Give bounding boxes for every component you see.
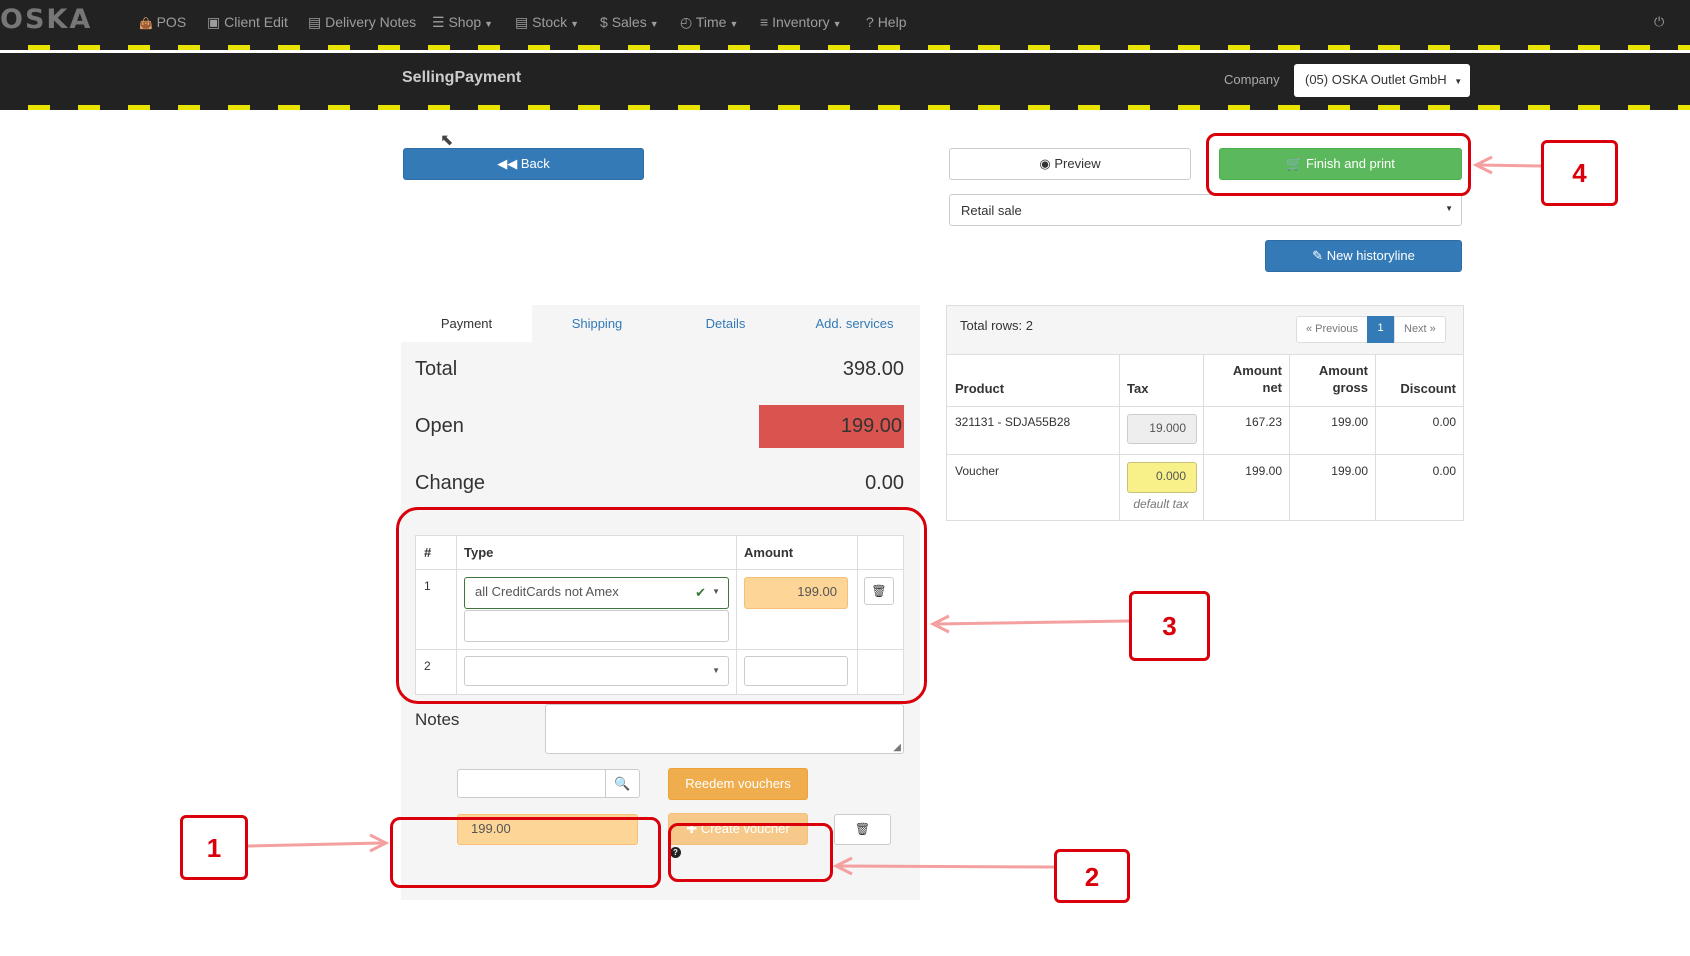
annotation-label-4: 4 <box>1541 140 1618 206</box>
annotation-label-1: 1 <box>180 815 248 880</box>
annotation-label-2: 2 <box>1054 849 1130 903</box>
annotation-arrows <box>246 155 1542 876</box>
annotation-label-3: 3 <box>1129 591 1210 661</box>
